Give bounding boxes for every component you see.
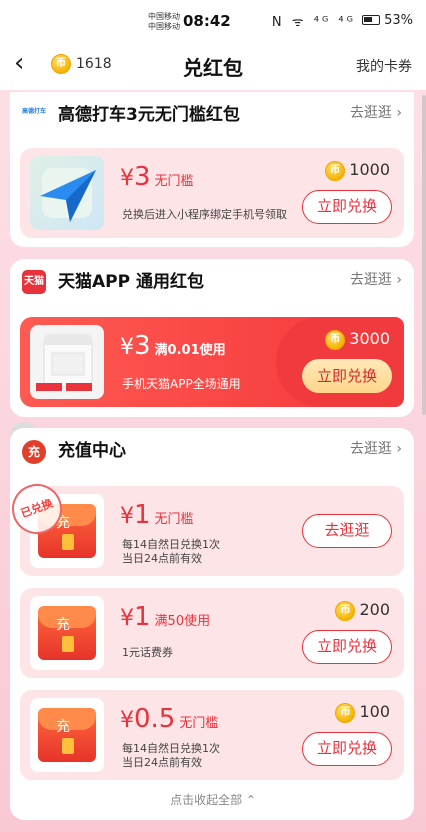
bolt-icon xyxy=(62,636,74,652)
scrollbar[interactable] xyxy=(422,95,426,415)
coupon-price: 币 3000 xyxy=(325,329,390,350)
redeem-button[interactable]: 立即兑换 xyxy=(302,732,392,766)
browse-link[interactable]: 去逛逛 › xyxy=(350,102,402,122)
redpack-image: 充 xyxy=(30,698,104,772)
browse-link[interactable]: 去逛逛 › xyxy=(350,269,402,289)
battery-icon xyxy=(362,15,381,25)
section-tmall: 天猫 天猫APP 通用红包 去逛逛 › ¥3 满0.01使用 手机天猫APP全场通… xyxy=(10,259,414,417)
coin-icon: 币 xyxy=(335,600,356,621)
coupon-amount: ¥3 无门槛 xyxy=(120,162,194,192)
recharge-logo: 充 xyxy=(22,440,46,464)
section-title: 高德打车3元无门槛红包 xyxy=(58,105,240,125)
coupon-card: 充 ¥1 无门槛 每14自然日兑换1次 当日24点前有效 去逛逛 xyxy=(20,486,404,576)
section-title: 充值中心 xyxy=(58,441,126,461)
coin-icon: 币 xyxy=(325,160,346,181)
section-header: 高德打车 高德打车3元无门槛红包 去逛逛 › xyxy=(10,92,414,132)
collapse-all-link[interactable]: 点击收起全部 ⌃ xyxy=(0,791,426,808)
coupon-card: 充 ¥0.5 无门槛 每14自然日兑换1次 当日24点前有效 币 100 立即兑换 xyxy=(20,690,404,780)
coupon-desc: 每14自然日兑换1次 当日24点前有效 xyxy=(122,538,220,565)
coin-icon: 币 xyxy=(335,702,356,723)
tmall-logo: 天猫 xyxy=(22,270,46,294)
coupon-desc: 兑换后进入小程序绑定手机号领取 xyxy=(122,208,287,221)
coupon-card: ¥3 满0.01使用 手机天猫APP全场通用 币 3000 立即兑换 xyxy=(20,317,404,407)
coupon-price: 币 200 xyxy=(335,600,390,621)
amap-logo: 高德打车 xyxy=(22,106,46,118)
section-title: 天猫APP 通用红包 xyxy=(58,272,204,292)
coupon-amount: ¥3 满0.01使用 xyxy=(120,331,226,361)
coupon-amount: ¥0.5 无门槛 xyxy=(120,704,219,734)
coupon-desc: 手机天猫APP全场通用 xyxy=(122,377,241,391)
bolt-icon xyxy=(62,534,74,550)
section-header: 充 充值中心 去逛逛 › xyxy=(10,428,414,468)
section-header: 天猫 天猫APP 通用红包 去逛逛 › xyxy=(10,259,414,299)
coupon-card: 充 ¥1 满50使用 1元话费券 币 200 立即兑换 xyxy=(20,588,404,678)
battery-indicator: 53% xyxy=(362,13,413,28)
top-nav: ‹ 币 1618 兑红包 我的卡券 xyxy=(0,40,426,90)
redeem-button[interactable]: 立即兑换 xyxy=(302,359,392,393)
redeem-button[interactable]: 立即兑换 xyxy=(302,630,392,664)
coupon-desc: 1元话费券 xyxy=(122,646,173,659)
coupon-price: 币 1000 xyxy=(325,160,390,181)
coupon-amount: ¥1 满50使用 xyxy=(120,602,211,632)
browse-link[interactable]: 去逛逛 › xyxy=(350,438,402,458)
carrier-label: 中国移动 中国移动 xyxy=(148,12,180,31)
my-cards-link[interactable]: 我的卡券 xyxy=(356,56,412,76)
bolt-icon xyxy=(62,738,74,754)
section-recharge: 充 充值中心 去逛逛 › 充 ¥1 无门槛 每14自然日兑换1次 当日24点前有效 … xyxy=(10,428,414,820)
status-bar: 中国移动 中国移动 08:42 N ᯤ ⁴ᴳ ⁴ᴳ 53% xyxy=(0,0,426,40)
browse-button[interactable]: 去逛逛 xyxy=(302,514,392,548)
coupon-card: ¥3 无门槛 兑换后进入小程序绑定手机号领取 币 1000 立即兑换 xyxy=(20,148,404,238)
signal-icons: N ᯤ ⁴ᴳ ⁴ᴳ xyxy=(271,15,356,30)
coin-icon: 币 xyxy=(325,329,346,350)
product-image xyxy=(30,325,104,399)
coupon-desc: 每14自然日兑换1次 当日24点前有效 xyxy=(122,742,220,769)
status-time: 08:42 xyxy=(183,12,231,30)
section-amap: 高德打车 高德打车3元无门槛红包 去逛逛 › ¥3 无门槛 兑换后进入小程序绑定手… xyxy=(10,92,414,247)
coupon-price: 币 100 xyxy=(335,702,390,723)
coupon-amount: ¥1 无门槛 xyxy=(120,500,194,530)
redpack-image: 充 xyxy=(30,596,104,670)
amap-app-icon xyxy=(30,156,104,230)
redeem-button[interactable]: 立即兑换 xyxy=(302,190,392,224)
